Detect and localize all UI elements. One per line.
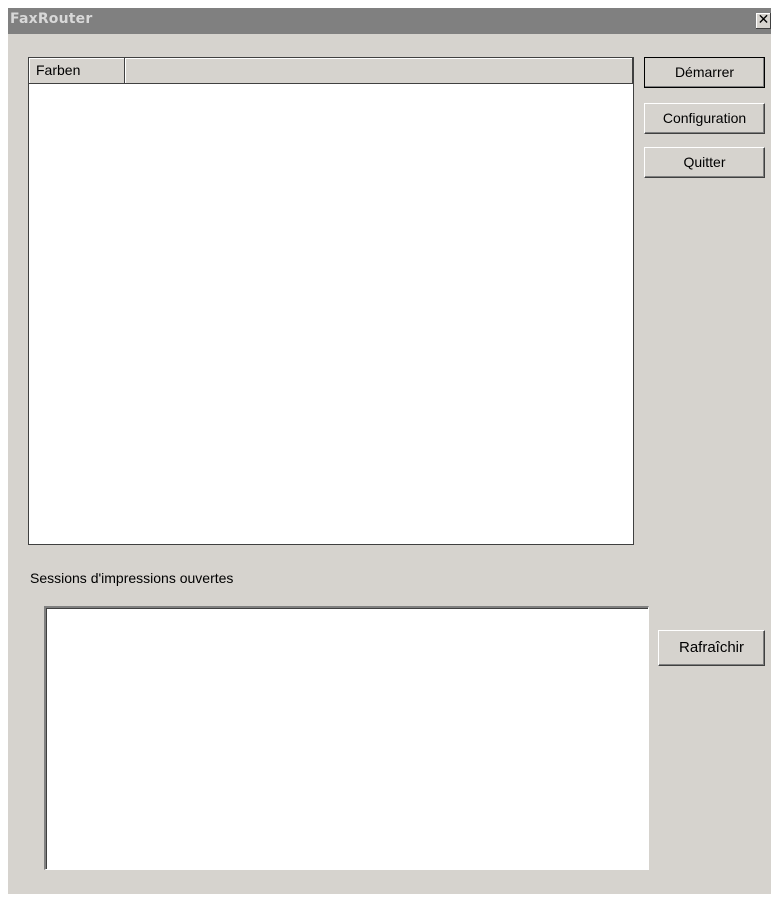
close-icon[interactable]: ✕ bbox=[756, 13, 771, 29]
window-title: FaxRouter bbox=[10, 11, 93, 27]
start-button[interactable]: Démarrer bbox=[644, 57, 765, 88]
quit-button[interactable]: Quitter bbox=[644, 147, 765, 178]
title-bar[interactable]: FaxRouter ✕ bbox=[8, 8, 771, 34]
fax-list-view[interactable]: Farben bbox=[28, 57, 634, 545]
column-header-empty[interactable] bbox=[125, 58, 633, 83]
list-header: Farben bbox=[29, 58, 633, 84]
configuration-button[interactable]: Configuration bbox=[644, 103, 765, 134]
faxrouter-window: FaxRouter ✕ Farben Démarrer Configuratio… bbox=[8, 8, 771, 894]
refresh-button[interactable]: Rafraîchir bbox=[658, 630, 765, 666]
sessions-label: Sessions d'impressions ouvertes bbox=[30, 570, 234, 586]
column-header-farben[interactable]: Farben bbox=[29, 58, 125, 83]
sessions-list[interactable] bbox=[44, 606, 649, 870]
